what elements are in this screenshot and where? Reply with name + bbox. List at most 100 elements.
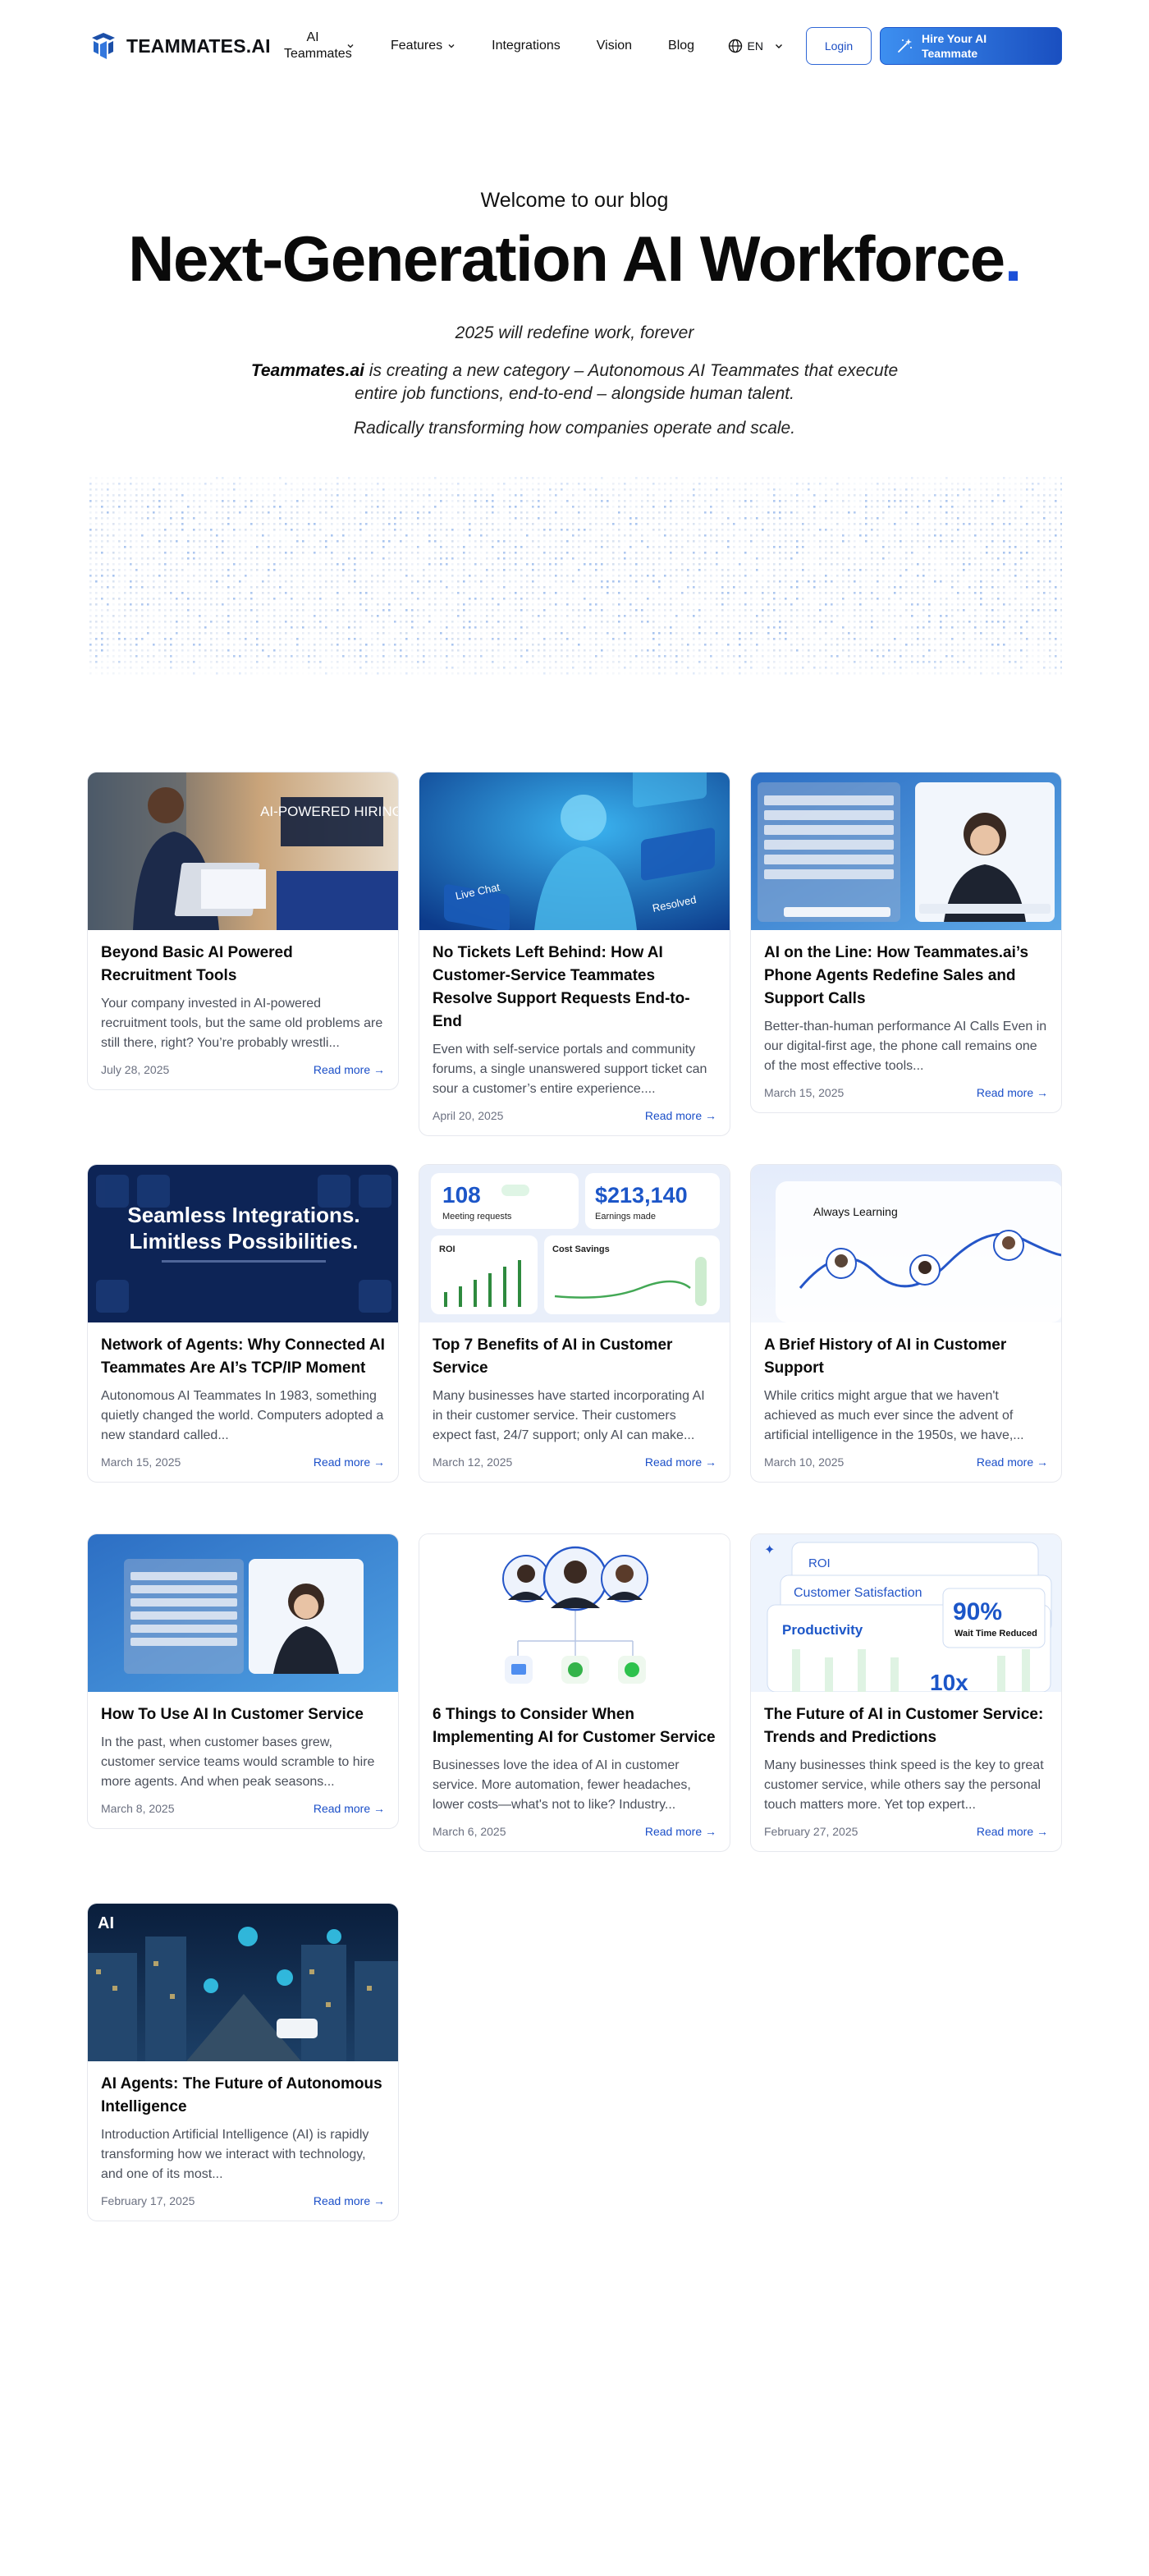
dot xyxy=(727,540,730,543)
dot xyxy=(635,517,638,520)
dot xyxy=(486,575,488,577)
dot xyxy=(503,626,506,629)
dot xyxy=(618,632,620,635)
login-button[interactable]: Login xyxy=(806,27,872,65)
dot xyxy=(888,483,890,485)
dot xyxy=(922,569,925,571)
dot xyxy=(348,626,350,629)
dot xyxy=(1026,529,1028,531)
nav-blog[interactable]: Blog xyxy=(668,39,694,53)
dot xyxy=(871,603,873,606)
dot xyxy=(698,494,701,497)
dot xyxy=(629,621,632,623)
dot xyxy=(739,586,741,589)
dot xyxy=(543,534,546,537)
dot xyxy=(89,626,92,629)
nav-vision[interactable]: Vision xyxy=(597,39,632,53)
dot xyxy=(905,586,908,589)
dot xyxy=(371,632,373,635)
dot xyxy=(842,483,845,485)
dot xyxy=(790,557,793,560)
dot xyxy=(181,580,184,583)
brand[interactable]: TEAMMATES.AI xyxy=(87,30,271,62)
dot xyxy=(515,592,517,594)
dot xyxy=(130,603,132,606)
dot xyxy=(371,552,373,554)
dot xyxy=(164,552,167,554)
dot xyxy=(555,552,557,554)
dot xyxy=(308,488,310,491)
dot xyxy=(991,483,994,485)
dot xyxy=(612,506,615,508)
dot xyxy=(566,580,569,583)
dot xyxy=(1009,615,1011,617)
dot xyxy=(95,609,98,612)
dot xyxy=(492,483,494,485)
dot xyxy=(900,615,902,617)
hire-teammate-button[interactable]: Hire Your AI Teammate xyxy=(880,27,1062,65)
dot xyxy=(779,598,781,600)
dot xyxy=(262,523,264,525)
dot xyxy=(124,575,126,577)
nav-integrations[interactable]: Integrations xyxy=(492,39,561,53)
dot xyxy=(555,511,557,514)
dot xyxy=(428,506,431,508)
dot xyxy=(285,517,287,520)
dot xyxy=(469,569,471,571)
dot xyxy=(865,615,867,617)
dot xyxy=(1055,609,1057,612)
dot xyxy=(974,575,977,577)
dot xyxy=(951,626,954,629)
dot xyxy=(451,586,454,589)
dot xyxy=(652,580,655,583)
dot xyxy=(193,580,195,583)
dot xyxy=(446,563,448,566)
dot xyxy=(928,494,931,497)
dot xyxy=(716,632,718,635)
dot xyxy=(204,506,207,508)
dot xyxy=(89,477,92,479)
dot xyxy=(658,494,661,497)
dot xyxy=(302,483,304,485)
dot xyxy=(515,621,517,623)
dot xyxy=(922,638,925,640)
dot xyxy=(291,477,293,479)
dot xyxy=(1055,569,1057,571)
dot xyxy=(647,615,649,617)
dot xyxy=(934,517,936,520)
dot xyxy=(612,488,615,491)
dot xyxy=(739,546,741,548)
dot xyxy=(411,592,414,594)
dot xyxy=(279,529,282,531)
dot xyxy=(262,609,264,612)
dot xyxy=(509,598,511,600)
dot xyxy=(492,586,494,589)
dot xyxy=(451,552,454,554)
language-selector[interactable]: EN xyxy=(728,39,783,53)
dot xyxy=(314,569,316,571)
dot xyxy=(342,488,345,491)
dot xyxy=(388,517,391,520)
dot xyxy=(181,626,184,629)
dot xyxy=(101,644,103,646)
dot xyxy=(773,557,776,560)
dot xyxy=(894,529,896,531)
dot xyxy=(503,540,506,543)
dot xyxy=(762,483,764,485)
dot xyxy=(411,552,414,554)
dot xyxy=(819,580,822,583)
nav-ai-teammates[interactable]: AI Teammates xyxy=(284,30,355,62)
dot xyxy=(193,500,195,502)
dot xyxy=(520,621,523,623)
dot xyxy=(968,609,971,612)
dot xyxy=(1055,494,1057,497)
dot xyxy=(141,626,144,629)
dot xyxy=(509,586,511,589)
dot xyxy=(825,500,827,502)
dot xyxy=(848,477,850,479)
dot xyxy=(112,529,115,531)
dot xyxy=(457,494,460,497)
nav-features[interactable]: Features xyxy=(391,39,455,53)
dot xyxy=(968,534,971,537)
dot xyxy=(515,523,517,525)
